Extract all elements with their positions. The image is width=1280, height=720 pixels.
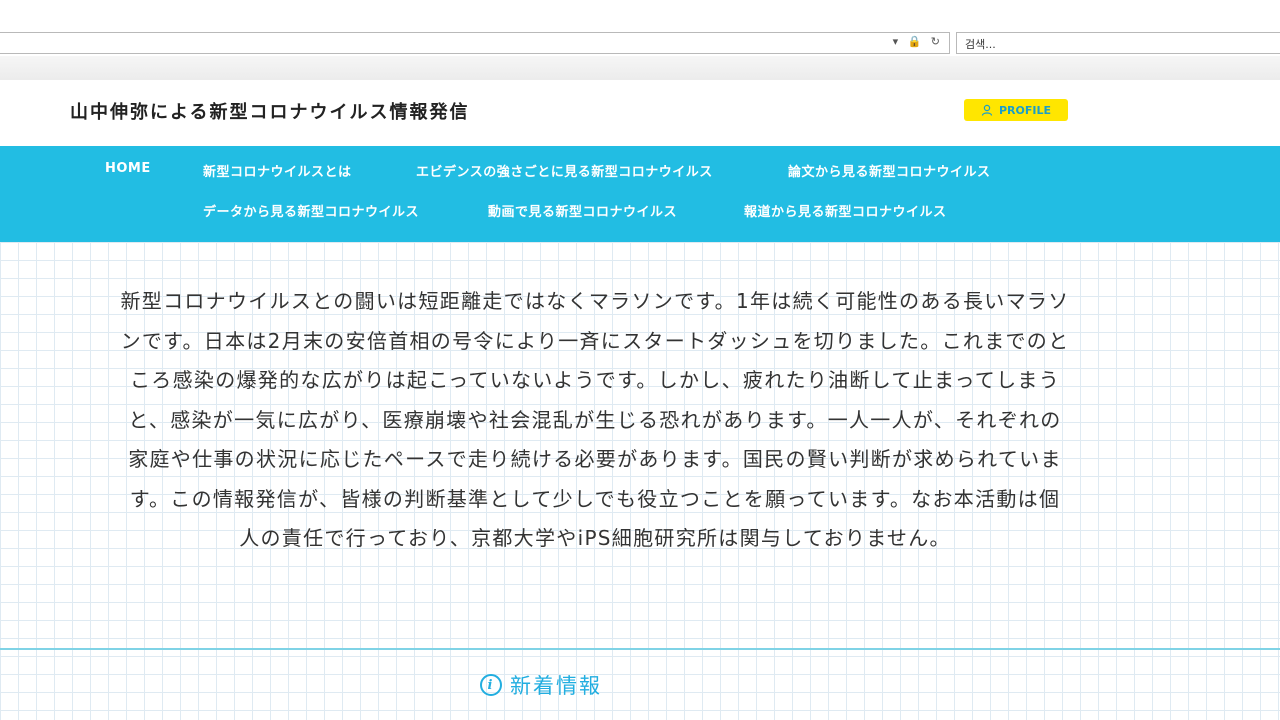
nav-item-about-covid[interactable]: 新型コロナウイルスとは <box>203 161 352 180</box>
nav-item-videos[interactable]: 動画で見る新型コロナウイルス <box>488 201 677 220</box>
profile-label: PROFILE <box>998 103 1051 117</box>
nav-item-data[interactable]: データから見る新型コロナウイルス <box>203 201 419 220</box>
news-section-heading: i 新着情報 <box>480 670 602 700</box>
intro-paragraph: 新型コロナウイルスとの闘いは短距離走ではなくマラソンです。1年は続く可能性のある… <box>120 289 1070 550</box>
profile-button[interactable]: PROFILE <box>964 99 1068 121</box>
nav-item-home[interactable]: HOME <box>105 161 151 176</box>
section-divider <box>0 648 1280 650</box>
info-icon: i <box>480 674 502 696</box>
address-bar[interactable]: ▾ 🔒 ↻ <box>0 32 950 54</box>
main-nav: HOME 新型コロナウイルスとは エビデンスの強さごとに見る新型コロナウイルス … <box>0 146 1280 242</box>
user-icon <box>981 104 993 116</box>
nav-item-news-reports[interactable]: 報道から見る新型コロナウイルス <box>744 201 947 220</box>
browser-top-area <box>0 0 1280 32</box>
site-title[interactable]: 山中伸弥による新型コロナウイルス情報発信 <box>70 98 469 124</box>
nav-item-evidence[interactable]: エビデンスの強さごとに見る新型コロナウイルス <box>416 161 713 180</box>
address-bar-icons[interactable]: ▾ 🔒 ↻ <box>893 35 943 48</box>
news-heading-label: 新着情報 <box>510 674 602 698</box>
site-header: 山中伸弥による新型コロナウイルス情報発信 PROFILE <box>0 80 1280 146</box>
main-content: 新型コロナウイルスとの闘いは短距離走ではなくマラソンです。1年は続く可能性のある… <box>0 242 1280 720</box>
nav-item-papers[interactable]: 論文から見る新型コロナウイルス <box>788 161 991 180</box>
search-placeholder: 검색... <box>965 38 996 51</box>
browser-toolbar <box>0 56 1280 80</box>
browser-search-box[interactable]: 검색... <box>956 32 1280 54</box>
